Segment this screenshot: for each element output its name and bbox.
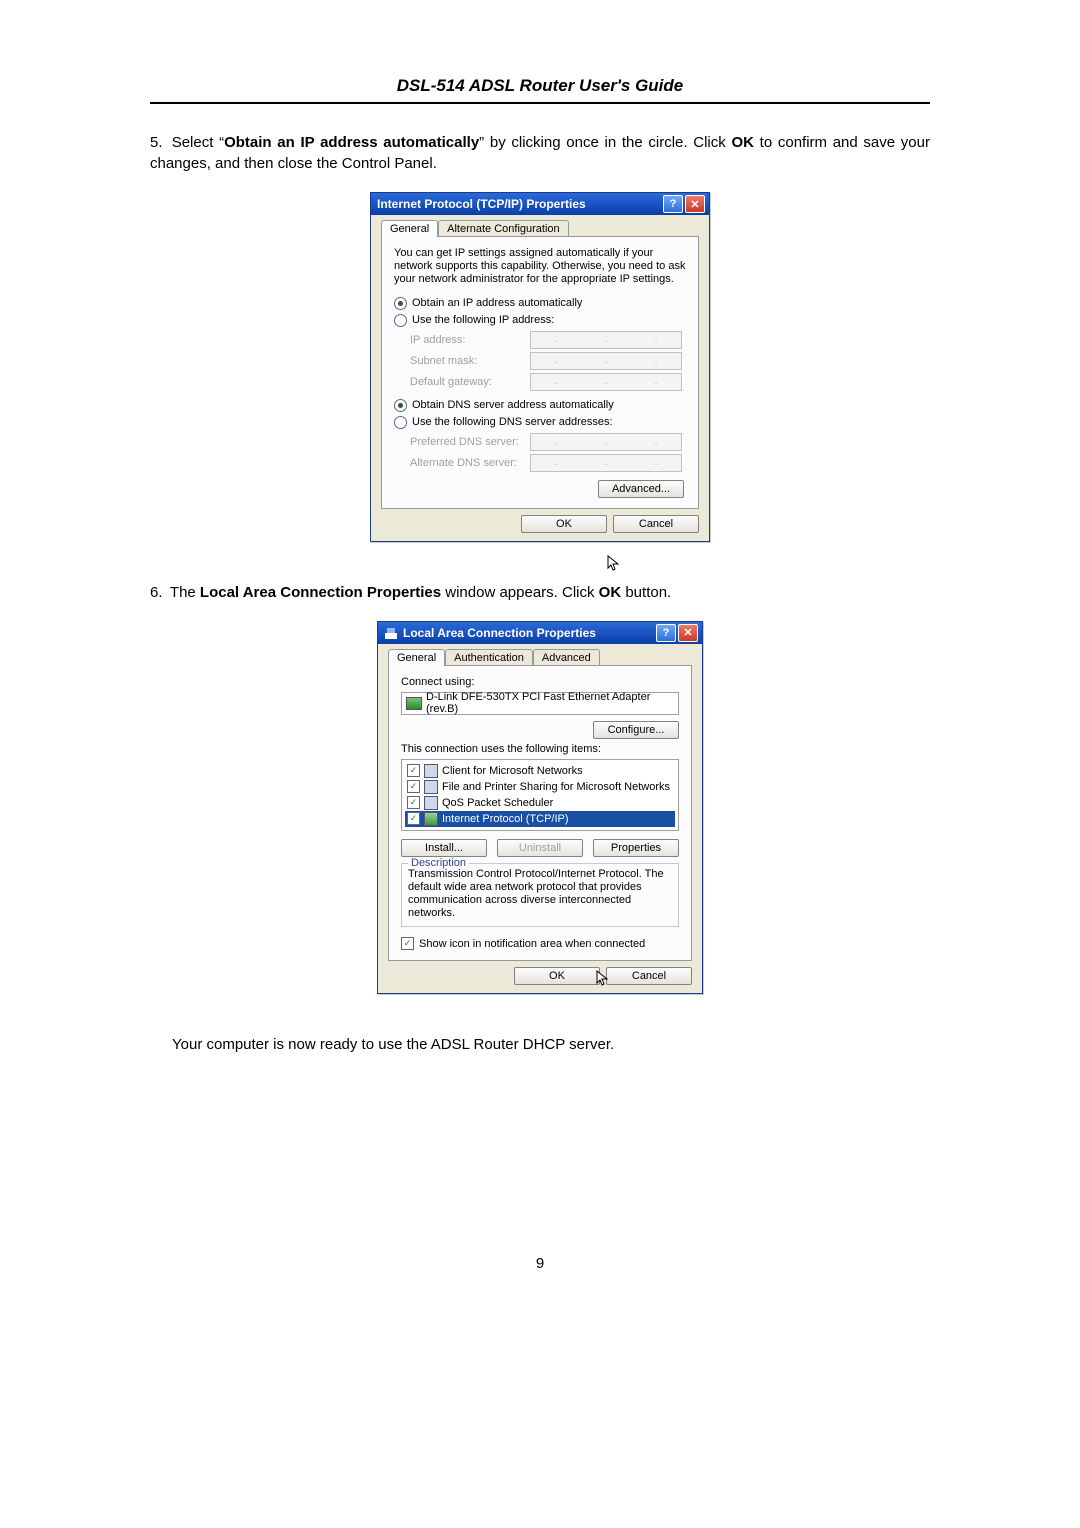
help-button[interactable]: ? [656,624,676,642]
adapter-name: D-Link DFE-530TX PCI Fast Ethernet Adapt… [426,691,674,715]
lan-titlebar: Local Area Connection Properties ? ✕ [378,622,702,644]
step-5-bold: Obtain an IP address automatically [224,134,479,151]
list-item[interactable]: File and Printer Sharing for Microsoft N… [405,779,675,795]
show-icon-label: Show icon in notification area when conn… [419,938,645,950]
description-text: Transmission Control Protocol/Internet P… [408,868,672,921]
qos-icon [424,796,438,810]
step-5-text-a: Select “ [172,134,224,151]
figure-tcpip: Internet Protocol (TCP/IP) Properties ? … [150,192,930,542]
ok-button[interactable]: OK [521,515,607,533]
radio-dot-selected-icon [394,399,407,412]
mouse-cursor-icon [607,555,621,573]
description-group: Description Transmission Control Protoco… [401,863,679,928]
radio-obtain-dns-label: Obtain DNS server address automatically [412,399,614,411]
advanced-button[interactable]: Advanced... [598,480,684,498]
subnet-mask-input: ... [530,352,682,370]
configure-button[interactable]: Configure... [593,721,679,739]
adapter-icon [406,697,422,710]
radio-obtain-ip-label: Obtain an IP address automatically [412,297,582,309]
tab-authentication[interactable]: Authentication [445,649,533,666]
tab-general[interactable]: General [388,649,445,666]
description-legend: Description [408,857,469,869]
alternate-dns-input: ... [530,454,682,472]
preferred-dns-label: Preferred DNS server: [410,436,530,448]
uses-items-label: This connection uses the following items… [401,743,679,755]
tcpip-icon [424,812,438,826]
tcpip-tabs: General Alternate Configuration [381,220,699,237]
tab-alternate-configuration[interactable]: Alternate Configuration [438,220,569,237]
preferred-dns-input: ... [530,433,682,451]
tcpip-titlebar: Internet Protocol (TCP/IP) Properties ? … [371,193,709,215]
lan-tabs: General Authentication Advanced [388,649,692,666]
radio-obtain-ip-auto[interactable]: Obtain an IP address automatically [394,297,686,310]
subnet-mask-label: Subnet mask: [410,355,530,367]
client-icon [424,764,438,778]
step-5: 5. Select “Obtain an IP address automati… [150,132,930,174]
radio-use-ip[interactable]: Use the following IP address: [394,314,686,327]
tcpip-description: You can get IP settings assigned automat… [394,247,686,287]
list-item[interactable]: QoS Packet Scheduler [405,795,675,811]
radio-use-ip-label: Use the following IP address: [412,314,554,326]
radio-obtain-dns-auto[interactable]: Obtain DNS server address automatically [394,399,686,412]
tcpip-window: Internet Protocol (TCP/IP) Properties ? … [370,192,710,542]
step-6-text-c: button. [621,584,671,601]
step-6-bold: Local Area Connection Properties [200,584,441,601]
properties-button[interactable]: Properties [593,839,679,857]
ok-button[interactable]: OK [514,967,600,985]
checkbox-icon[interactable] [407,812,420,825]
item-label: QoS Packet Scheduler [442,797,553,809]
connect-using-label: Connect using: [401,676,679,688]
step-6-text-b: window appears. Click [441,584,599,601]
radio-use-dns[interactable]: Use the following DNS server addresses: [394,416,686,429]
step-5-ok: OK [731,134,754,151]
radio-use-dns-label: Use the following DNS server addresses: [412,416,613,428]
alternate-dns-label: Alternate DNS server: [410,457,530,469]
list-item[interactable]: Internet Protocol (TCP/IP) [405,811,675,827]
item-label: Client for Microsoft Networks [442,765,583,777]
cancel-button[interactable]: Cancel [613,515,699,533]
install-button[interactable]: Install... [401,839,487,857]
list-item[interactable]: Client for Microsoft Networks [405,763,675,779]
step-6-number: 6. [150,582,166,603]
page-header-title: DSL-514 ADSL Router User's Guide [150,76,930,96]
ip-address-input: ... [530,331,682,349]
tab-advanced[interactable]: Advanced [533,649,600,666]
step-5-text-b: ” by clicking once in the circle. Click [479,134,731,151]
help-button[interactable]: ? [663,195,683,213]
close-button[interactable]: ✕ [678,624,698,642]
lan-title-icon [384,626,398,640]
items-list[interactable]: Client for Microsoft Networks File and P… [401,759,679,831]
ip-address-label: IP address: [410,334,530,346]
outro-text: Your computer is now ready to use the AD… [172,1034,930,1055]
step-6: 6. The Local Area Connection Properties … [150,582,930,603]
radio-dot-empty-icon [394,416,407,429]
radio-dot-selected-icon [394,297,407,310]
lan-title-text: Local Area Connection Properties [403,626,654,640]
file-share-icon [424,780,438,794]
figure-lan: Local Area Connection Properties ? ✕ Gen… [150,621,930,995]
tab-general[interactable]: General [381,220,438,237]
header-divider [150,102,930,104]
show-icon-checkbox[interactable] [401,937,414,950]
step-6-ok: OK [599,584,622,601]
cancel-button[interactable]: Cancel [606,967,692,985]
tcpip-title-text: Internet Protocol (TCP/IP) Properties [377,197,661,211]
adapter-field: D-Link DFE-530TX PCI Fast Ethernet Adapt… [401,692,679,715]
lan-window: Local Area Connection Properties ? ✕ Gen… [377,621,703,995]
page-number: 9 [150,1255,930,1272]
step-5-number: 5. [150,132,166,153]
close-button[interactable]: ✕ [685,195,705,213]
default-gateway-label: Default gateway: [410,376,530,388]
item-label: Internet Protocol (TCP/IP) [442,813,569,825]
step-6-text-a: The [170,584,200,601]
checkbox-icon[interactable] [407,796,420,809]
uninstall-button[interactable]: Uninstall [497,839,583,857]
checkbox-icon[interactable] [407,780,420,793]
checkbox-icon[interactable] [407,764,420,777]
item-label: File and Printer Sharing for Microsoft N… [442,781,670,793]
default-gateway-input: ... [530,373,682,391]
radio-dot-empty-icon [394,314,407,327]
